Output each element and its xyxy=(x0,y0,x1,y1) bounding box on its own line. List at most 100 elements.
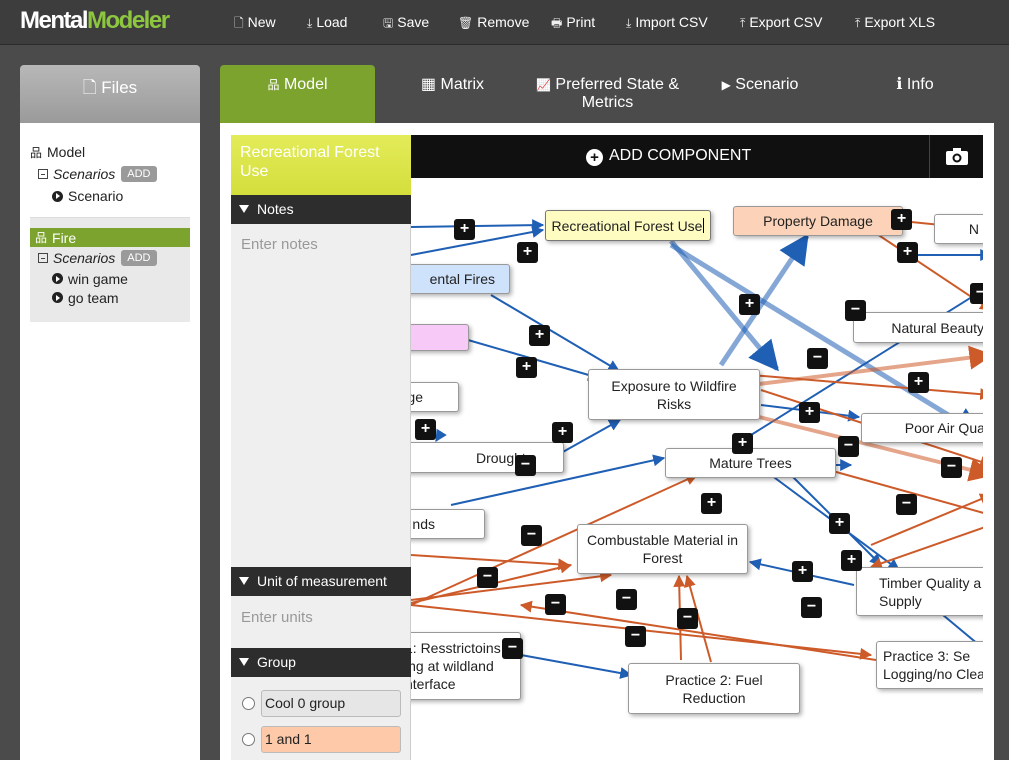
positive-weight-badge[interactable]: + xyxy=(415,419,436,440)
negative-weight-badge[interactable]: − xyxy=(970,283,983,304)
node-practice-2[interactable]: Practice 2: Fuel Reduction xyxy=(628,663,800,714)
file-tree-model: 品 Model Scenarios ADD Scenario xyxy=(30,141,190,207)
remove-button[interactable]: 🗑 Remove xyxy=(458,14,529,30)
positive-edge[interactable] xyxy=(520,654,633,679)
node-n[interactable]: N xyxy=(934,214,983,244)
negative-edge[interactable] xyxy=(869,525,983,570)
positive-weight-badge[interactable]: + xyxy=(897,242,918,263)
positive-edge[interactable] xyxy=(718,233,810,367)
scenarios-row[interactable]: Scenarios ADD xyxy=(30,163,190,185)
component-title[interactable]: Recreational Forest Use xyxy=(231,135,411,195)
scenarios-row[interactable]: Scenarios ADD xyxy=(30,247,190,269)
add-scenario-button[interactable]: ADD xyxy=(121,250,157,266)
group-radio[interactable] xyxy=(242,697,255,710)
negative-weight-badge[interactable]: − xyxy=(838,436,859,457)
negative-edge[interactable] xyxy=(750,374,983,401)
scenario-item[interactable]: Scenario xyxy=(30,185,190,207)
positive-weight-badge[interactable]: + xyxy=(552,422,573,443)
play-icon xyxy=(52,273,63,284)
export-xls-button[interactable]: ⤒ Export XLS xyxy=(855,14,935,31)
negative-weight-badge[interactable]: − xyxy=(677,608,698,629)
print-icon: 🖶 xyxy=(551,16,563,30)
group-option[interactable]: Cool 0 group xyxy=(261,690,401,717)
positive-weight-badge[interactable]: + xyxy=(701,493,722,514)
negative-weight-badge[interactable]: − xyxy=(845,300,866,321)
scenario-item[interactable]: win game xyxy=(30,269,190,288)
collapse-icon[interactable] xyxy=(38,253,48,263)
notes-header[interactable]: Notes xyxy=(231,195,411,224)
scenario-item[interactable]: go team xyxy=(30,288,190,307)
negative-weight-badge[interactable]: − xyxy=(941,457,962,478)
negative-edge[interactable] xyxy=(410,554,571,571)
add-component-button[interactable]: + ADD COMPONENT xyxy=(586,147,751,166)
positive-edge[interactable] xyxy=(490,294,621,372)
tab-matrix[interactable]: ▦ Matrix xyxy=(405,65,500,123)
file-item-fire[interactable]: 品 Fire xyxy=(30,228,190,247)
group-option[interactable]: 1 and 1 xyxy=(261,726,401,753)
save-button[interactable]: 🖫 Save xyxy=(383,14,429,35)
add-scenario-button[interactable]: ADD xyxy=(121,166,157,182)
negative-weight-badge[interactable]: − xyxy=(896,494,917,515)
negative-weight-badge[interactable]: − xyxy=(801,597,822,618)
positive-edge[interactable] xyxy=(435,428,447,443)
positive-weight-badge[interactable]: + xyxy=(739,294,760,315)
files-tab[interactable]: 🗋 Files xyxy=(20,65,200,123)
node-natural-beauty[interactable]: Natural Beauty xyxy=(853,312,983,343)
new-button[interactable]: 🗋 New xyxy=(234,14,276,35)
play-icon xyxy=(52,190,63,202)
group-header[interactable]: Group xyxy=(231,648,411,677)
negative-weight-badge[interactable]: − xyxy=(477,567,498,588)
unit-field[interactable]: Enter units xyxy=(241,609,313,626)
negative-weight-badge[interactable]: − xyxy=(545,594,566,615)
positive-weight-badge[interactable]: + xyxy=(454,219,475,240)
file-icon: 🗋 xyxy=(82,78,102,97)
import-csv-button[interactable]: ⤓ Import CSV xyxy=(626,14,708,31)
positive-weight-badge[interactable]: + xyxy=(908,372,929,393)
file-item-model[interactable]: 品 Model xyxy=(30,141,190,163)
notes-field[interactable]: Enter notes xyxy=(241,236,318,253)
model-canvas[interactable]: + ADD COMPONENT Recreational Forest Use P… xyxy=(231,135,983,760)
negative-edge[interactable] xyxy=(870,493,983,546)
negative-weight-badge[interactable]: − xyxy=(807,348,828,369)
node-recreational-forest-use[interactable]: Recreational Forest Use xyxy=(545,210,711,241)
negative-weight-badge[interactable]: − xyxy=(616,589,637,610)
app-logo[interactable]: MentalModeler xyxy=(20,7,170,35)
node-practice-3[interactable]: Practice 3: Se Logging/no Clea xyxy=(876,641,983,689)
negative-weight-badge[interactable]: − xyxy=(515,455,536,476)
positive-weight-badge[interactable]: + xyxy=(799,402,820,423)
positive-weight-badge[interactable]: + xyxy=(529,325,550,346)
positive-weight-badge[interactable]: + xyxy=(517,242,538,263)
load-button[interactable]: ⤓ Load xyxy=(307,14,347,31)
node-poor-air-quality[interactable]: Poor Air Qual xyxy=(861,413,983,443)
tab-preferred-state[interactable]: 📈 Preferred State & Metrics xyxy=(530,65,685,123)
positive-weight-badge[interactable]: + xyxy=(841,550,862,571)
node-combustable-material[interactable]: Combustable Material in Forest xyxy=(577,524,748,574)
negative-edge[interactable] xyxy=(750,345,983,387)
group-radio[interactable] xyxy=(242,733,255,746)
export-csv-button[interactable]: ⤒ Export CSV xyxy=(740,14,822,31)
play-icon xyxy=(52,292,63,303)
tab-model[interactable]: 品 Model xyxy=(220,65,375,123)
tab-scenario[interactable]: ▶ Scenario xyxy=(705,65,815,123)
negative-weight-badge[interactable]: − xyxy=(625,626,646,647)
positive-weight-badge[interactable]: + xyxy=(792,561,813,582)
positive-weight-badge[interactable]: + xyxy=(732,433,753,454)
positive-weight-badge[interactable]: + xyxy=(516,357,537,378)
tab-info[interactable]: ℹ Info xyxy=(870,65,960,123)
camera-button[interactable] xyxy=(929,135,983,178)
top-toolbar: MentalModeler 🗋 New ⤓ Load 🖫 Save 🗑 Remove 🖶… xyxy=(0,0,1009,45)
node-timber-quality-supply[interactable]: Timber Quality a Supply xyxy=(856,567,983,616)
collapse-icon[interactable] xyxy=(38,169,48,179)
positive-weight-badge[interactable]: + xyxy=(829,513,850,534)
negative-weight-badge[interactable]: − xyxy=(521,525,542,546)
negative-weight-badge[interactable]: − xyxy=(502,638,523,659)
sitemap-icon: 品 xyxy=(35,231,48,245)
export-icon: ⤒ xyxy=(855,16,861,30)
positive-weight-badge[interactable]: + xyxy=(891,209,912,230)
unit-header[interactable]: Unit of measurement xyxy=(231,567,411,596)
node-property-damage[interactable]: Property Damage xyxy=(733,206,903,236)
print-button[interactable]: 🖶 Print xyxy=(551,14,595,35)
negative-edge[interactable] xyxy=(519,600,877,661)
positive-edge[interactable] xyxy=(410,219,545,232)
node-exposure-to-wildfire-risks[interactable]: Exposure to Wildfire Risks xyxy=(588,369,760,420)
